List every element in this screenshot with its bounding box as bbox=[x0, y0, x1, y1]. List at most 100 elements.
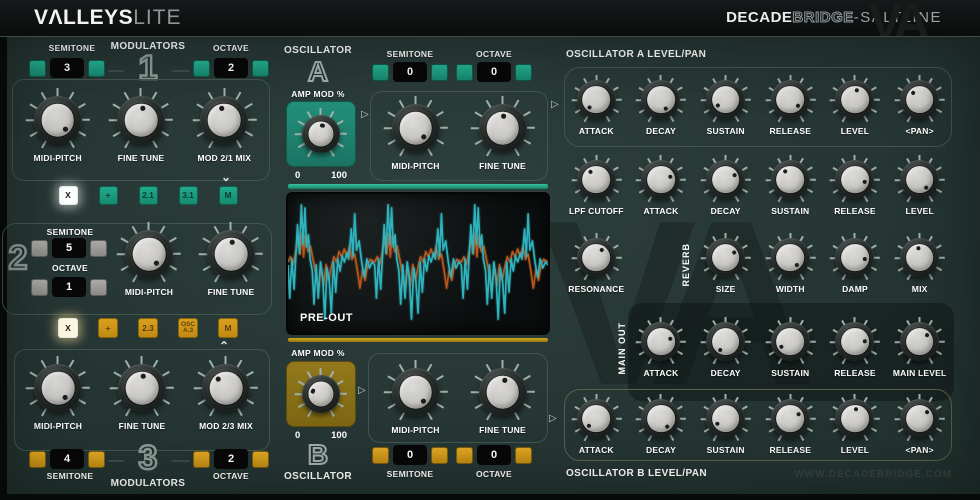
mod3-knob-row: MIDI-PITCH FINE TUNE MOD 2/3 MIX bbox=[16, 359, 268, 431]
stepper-right-button[interactable] bbox=[431, 64, 448, 81]
stepper-left-button[interactable] bbox=[31, 240, 48, 257]
knob-release[interactable]: RELEASE bbox=[768, 77, 813, 136]
knob-level[interactable]: LEVEL bbox=[832, 77, 877, 136]
mod3-number: 3 bbox=[120, 441, 176, 475]
knob-release[interactable]: RELEASE bbox=[832, 319, 877, 378]
knob-indicator-dot bbox=[577, 399, 616, 438]
mod-button-x[interactable]: X bbox=[59, 186, 78, 205]
knob-midi-pitch[interactable]: MIDI-PITCH bbox=[120, 225, 178, 297]
knob-sustain[interactable]: SUSTAIN bbox=[703, 77, 748, 136]
stepper-right-button[interactable] bbox=[252, 60, 269, 77]
stepper-right-button[interactable] bbox=[431, 447, 448, 464]
knob-indicator-dot bbox=[771, 238, 810, 277]
knob-main-level[interactable]: MAIN LEVEL bbox=[893, 319, 946, 378]
knob-fine-tune[interactable]: FINE TUNE bbox=[474, 363, 532, 435]
mod-button-x[interactable]: X bbox=[58, 318, 78, 338]
mod1-button-row: X +2.1 3.1 M bbox=[14, 186, 282, 205]
knob-fine-tune[interactable]: FINE TUNE bbox=[202, 225, 260, 297]
stepper-right-button[interactable] bbox=[88, 60, 105, 77]
knob-amp-mod[interactable] bbox=[298, 371, 344, 417]
knob-size[interactable]: SIZE bbox=[703, 235, 748, 294]
knob-fine-tune[interactable]: FINE TUNE bbox=[113, 359, 171, 431]
knob-pan[interactable]: <PAN> bbox=[897, 77, 942, 136]
mod-button-2-1[interactable]: 2.1 bbox=[139, 186, 158, 205]
stepper-right-button[interactable] bbox=[515, 64, 532, 81]
stepper-left-button[interactable] bbox=[372, 64, 389, 81]
stepper-left-button[interactable] bbox=[29, 60, 46, 77]
knob-indicator-dot bbox=[124, 370, 159, 405]
mod-button-2-3[interactable]: 2.3 bbox=[138, 318, 158, 338]
mod-button-osc-a-3[interactable]: OSC A.3 bbox=[178, 318, 198, 338]
stepper-left-button[interactable] bbox=[193, 60, 210, 77]
stepper-right-button[interactable] bbox=[515, 447, 532, 464]
mod-button-3-1[interactable]: 3.1 bbox=[179, 186, 198, 205]
knob-release[interactable]: RELEASE bbox=[768, 396, 813, 455]
stepper-left-button[interactable] bbox=[193, 451, 210, 468]
knob-decay[interactable]: DECAY bbox=[703, 157, 748, 216]
mod1-semitone-value[interactable]: 3 bbox=[50, 58, 84, 78]
knob-attack[interactable]: ATTACK bbox=[638, 319, 683, 378]
mod2-octave-stepper: 1 bbox=[31, 277, 107, 297]
mod3-octave-value[interactable]: 2 bbox=[214, 449, 248, 469]
knob-pan[interactable]: <PAN> bbox=[897, 396, 942, 455]
knob-mod-2-1-mix[interactable]: MOD 2/1 MIX bbox=[195, 91, 253, 163]
mod1-octave-value[interactable]: 2 bbox=[214, 58, 248, 78]
knob-decay[interactable]: DECAY bbox=[703, 319, 748, 378]
stepper-left-button[interactable] bbox=[456, 64, 473, 81]
mod-button-m[interactable]: M bbox=[218, 318, 238, 338]
knob-level[interactable]: LEVEL bbox=[897, 157, 942, 216]
knob-fine-tune[interactable]: FINE TUNE bbox=[112, 91, 170, 163]
knob-decay[interactable]: DECAY bbox=[638, 77, 683, 136]
knob-midi-pitch[interactable]: MIDI-PITCH bbox=[29, 91, 87, 163]
knob-release[interactable]: RELEASE bbox=[832, 157, 877, 216]
title-bar: VΛLLEYSLITE VA DECADEBRIDGE-SALTLINE bbox=[0, 0, 980, 36]
knob-decay[interactable]: DECAY bbox=[638, 396, 683, 455]
knob-width[interactable]: WIDTH bbox=[768, 235, 813, 294]
knob-level[interactable]: LEVEL bbox=[832, 396, 877, 455]
stepper-left-button[interactable] bbox=[456, 447, 473, 464]
knob-mix[interactable]: MIX bbox=[897, 235, 942, 294]
osc-b-octave-value[interactable]: 0 bbox=[477, 445, 511, 465]
stepper-right-button[interactable] bbox=[90, 279, 107, 296]
knob-sustain[interactable]: SUSTAIN bbox=[768, 157, 813, 216]
knob-fine-tune[interactable]: FINE TUNE bbox=[474, 99, 532, 171]
knob-label: FINE TUNE bbox=[119, 421, 166, 431]
mod-button-m[interactable]: M bbox=[219, 186, 238, 205]
knob-mod-2-3-mix[interactable]: MOD 2/3 MIX bbox=[197, 359, 255, 431]
mod2-semitone-value[interactable]: 5 bbox=[52, 238, 86, 258]
knob-attack[interactable]: ATTACK bbox=[574, 396, 619, 455]
stepper-right-button[interactable] bbox=[252, 451, 269, 468]
plugin-name-suffix: LITE bbox=[133, 6, 181, 29]
stepper-right-button[interactable] bbox=[90, 240, 107, 257]
knob-label: WIDTH bbox=[776, 284, 805, 294]
knob-attack[interactable]: ATTACK bbox=[574, 77, 619, 136]
knob-damp[interactable]: DAMP bbox=[832, 235, 877, 294]
mod-button-[interactable]: + bbox=[99, 186, 118, 205]
stepper-right-button[interactable] bbox=[88, 451, 105, 468]
osc-b-levelpan-knob-row: ATTACK DECAY SUSTAIN RELEASE LEVEL <PAN> bbox=[564, 396, 952, 455]
knob-indicator-dot bbox=[203, 365, 249, 411]
stepper-left-button[interactable] bbox=[31, 279, 48, 296]
knob-midi-pitch[interactable]: MIDI-PITCH bbox=[387, 99, 445, 171]
stepper-left-button[interactable] bbox=[372, 447, 389, 464]
osc-a-semitone-value[interactable]: 0 bbox=[393, 62, 427, 82]
knob-indicator-dot bbox=[706, 238, 745, 277]
knob-sustain[interactable]: SUSTAIN bbox=[768, 319, 813, 378]
mod2-octave-value[interactable]: 1 bbox=[52, 277, 86, 297]
knob-label: ATTACK bbox=[644, 206, 679, 216]
knob-sustain[interactable]: SUSTAIN bbox=[703, 396, 748, 455]
osc-b-semitone-value[interactable]: 0 bbox=[393, 445, 427, 465]
knob-lpf-cutoff[interactable]: LPF CUTOFF bbox=[569, 157, 624, 216]
knob-indicator-dot bbox=[484, 374, 521, 411]
stepper-left-button[interactable] bbox=[29, 451, 46, 468]
knob-resonance[interactable]: RESONANCE bbox=[568, 235, 624, 294]
knob-midi-pitch[interactable]: MIDI-PITCH bbox=[387, 363, 445, 435]
mod2-semitone-stepper: 5 bbox=[31, 238, 107, 258]
mod3-semitone-value[interactable]: 4 bbox=[50, 449, 84, 469]
knob-attack[interactable]: ATTACK bbox=[638, 157, 683, 216]
knob-midi-pitch[interactable]: MIDI-PITCH bbox=[29, 359, 87, 431]
mod-button-[interactable]: + bbox=[98, 318, 118, 338]
knob-amp-mod[interactable] bbox=[298, 111, 344, 157]
osc-a-octave-value[interactable]: 0 bbox=[477, 62, 511, 82]
knob-label: MIDI-PITCH bbox=[391, 161, 439, 171]
